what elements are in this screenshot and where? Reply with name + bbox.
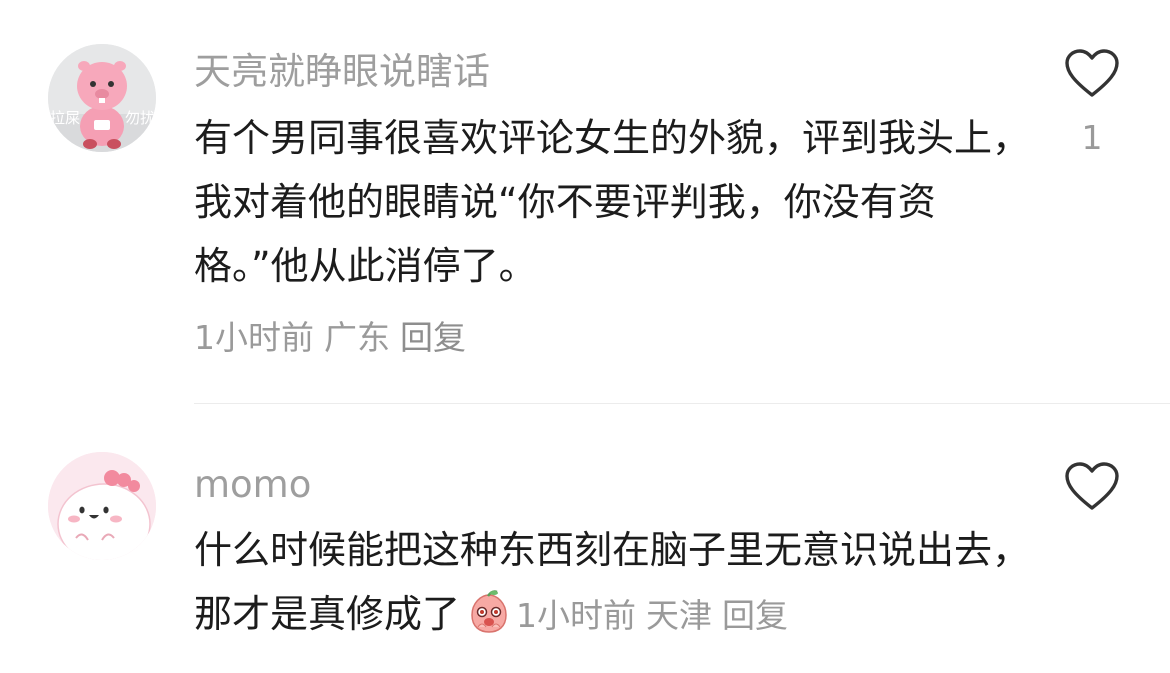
avatar[interactable]: 拉屎 勿扰 — [48, 44, 156, 152]
comment-text-block: 什么时候能把这种东西刻在脑子里无意识说出去，那才是真修成了 1小时前 天津 回复 — [194, 518, 1034, 648]
shy-peach-emoji-icon — [471, 590, 507, 633]
comment-username[interactable]: 天亮就睁眼说瞎话 — [194, 50, 490, 94]
avatar-text-left: 拉屎 — [50, 109, 80, 127]
pink-blob-avatar-icon — [48, 452, 156, 560]
comment-username[interactable]: momo — [194, 463, 311, 507]
reply-button[interactable]: 回复 — [400, 318, 466, 357]
comment-meta: 1小时前 广东 回复 — [194, 316, 476, 360]
heart-outline-icon — [1065, 462, 1119, 510]
comment-item: momo 什么时候能把这种东西刻在脑子里无意识说出去，那才是真修成了 1小时前天… — [0, 404, 1170, 673]
like-button[interactable] — [1064, 48, 1120, 100]
comment-text: 有个男同事很喜欢评论女生的外貌，评到我头上，我对着他的眼睛说“你不要评判我，你没… — [194, 116, 1031, 288]
avatar-text-right: 勿扰 — [125, 109, 155, 127]
like-count: 1 — [1081, 118, 1103, 157]
comment-time: 1小时前 — [516, 596, 637, 635]
comment-location: 广东 — [324, 318, 390, 357]
pink-beaver-avatar-icon: 拉屎 勿扰 — [48, 44, 156, 152]
comment-location: 天津 — [646, 596, 713, 635]
reply-button[interactable]: 回复 — [722, 596, 788, 635]
like-button[interactable] — [1064, 461, 1120, 513]
comment-meta: 1小时前 天津 回复 — [512, 596, 788, 635]
comment-item: 拉屎 勿扰 天亮就睁眼说瞎话 有个男同事很喜欢评论女生的外貌，评到我头上，我对着… — [0, 0, 1170, 404]
comment-time: 1小时前 — [194, 318, 314, 357]
heart-outline-icon — [1065, 49, 1119, 97]
avatar[interactable] — [48, 452, 156, 560]
